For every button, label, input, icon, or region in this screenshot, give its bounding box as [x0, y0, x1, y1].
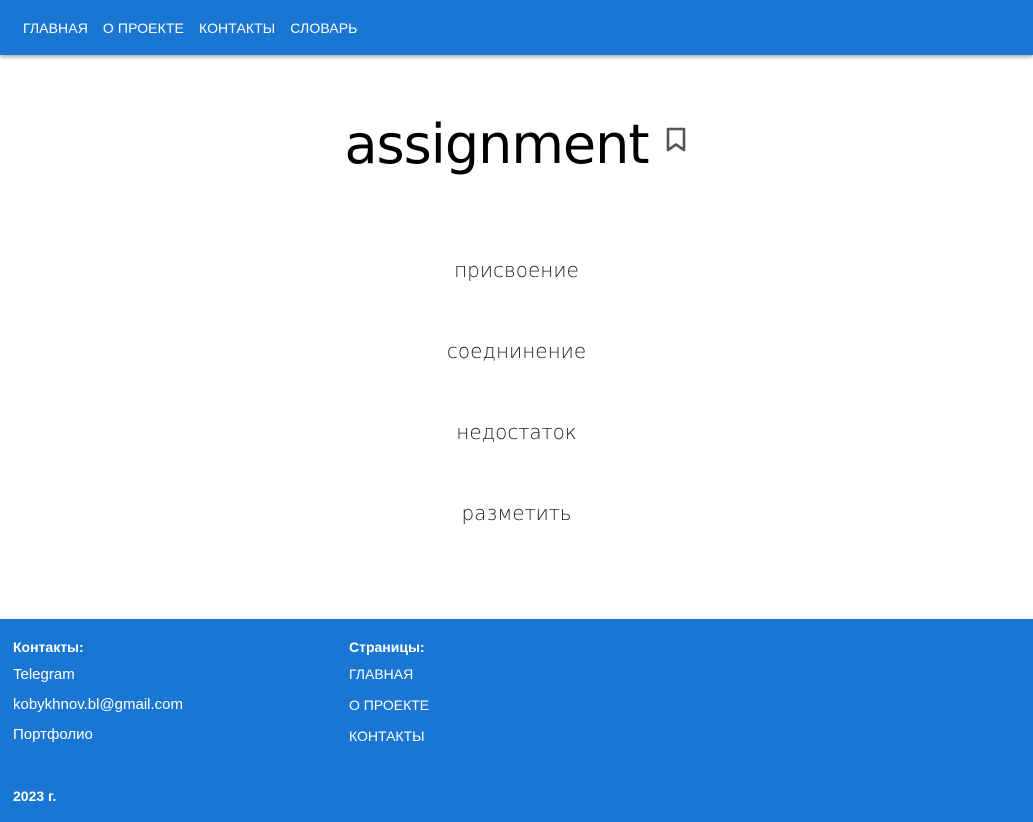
footer-contacts-title: Контакты: — [13, 639, 84, 655]
footer-link-telegram[interactable]: Telegram — [13, 666, 183, 683]
nav-link-dictionary[interactable]: СЛОВАРЬ — [290, 20, 357, 36]
footer-link-contacts[interactable]: КОНТАКТЫ — [349, 728, 429, 745]
translation-item: присвоение — [454, 258, 579, 282]
footer-year: 2023 г. — [13, 788, 57, 804]
top-app-bar: ГЛАВНАЯ О ПРОЕКТЕ КОНТАКТЫ СЛОВАРЬ — [0, 0, 1033, 55]
translations-list: присвоение соеднинение недостаток размет… — [0, 252, 1033, 576]
translation-item: разметить — [461, 501, 572, 525]
nav-link-home[interactable]: ГЛАВНАЯ — [23, 20, 88, 36]
footer-contacts: Контакты: Telegram kobykhnov.bl@gmail.co… — [13, 639, 183, 756]
word-title: assignment — [344, 113, 649, 176]
translation-item: соеднинение — [446, 339, 587, 363]
bookmark-icon[interactable] — [663, 124, 689, 156]
footer: Контакты: Telegram kobykhnov.bl@gmail.co… — [0, 619, 1033, 822]
footer-link-portfolio[interactable]: Портфолио — [13, 726, 183, 743]
footer-link-email[interactable]: kobykhnov.bl@gmail.com — [13, 696, 183, 713]
word-header: assignment — [0, 112, 1033, 178]
footer-link-home[interactable]: ГЛАВНАЯ — [349, 666, 429, 683]
footer-link-about[interactable]: О ПРОЕКТЕ — [349, 697, 429, 714]
footer-pages: Страницы: ГЛАВНАЯ О ПРОЕКТЕ КОНТАКТЫ — [349, 639, 429, 759]
translation-item: недостаток — [456, 420, 577, 444]
nav-link-about[interactable]: О ПРОЕКТЕ — [103, 20, 184, 36]
nav-link-contacts[interactable]: КОНТАКТЫ — [199, 20, 275, 36]
footer-pages-title: Страницы: — [349, 639, 425, 655]
bookmark-outline-icon — [666, 127, 685, 152]
main-nav: ГЛАВНАЯ О ПРОЕКТЕ КОНТАКТЫ СЛОВАРЬ — [0, 0, 1033, 55]
